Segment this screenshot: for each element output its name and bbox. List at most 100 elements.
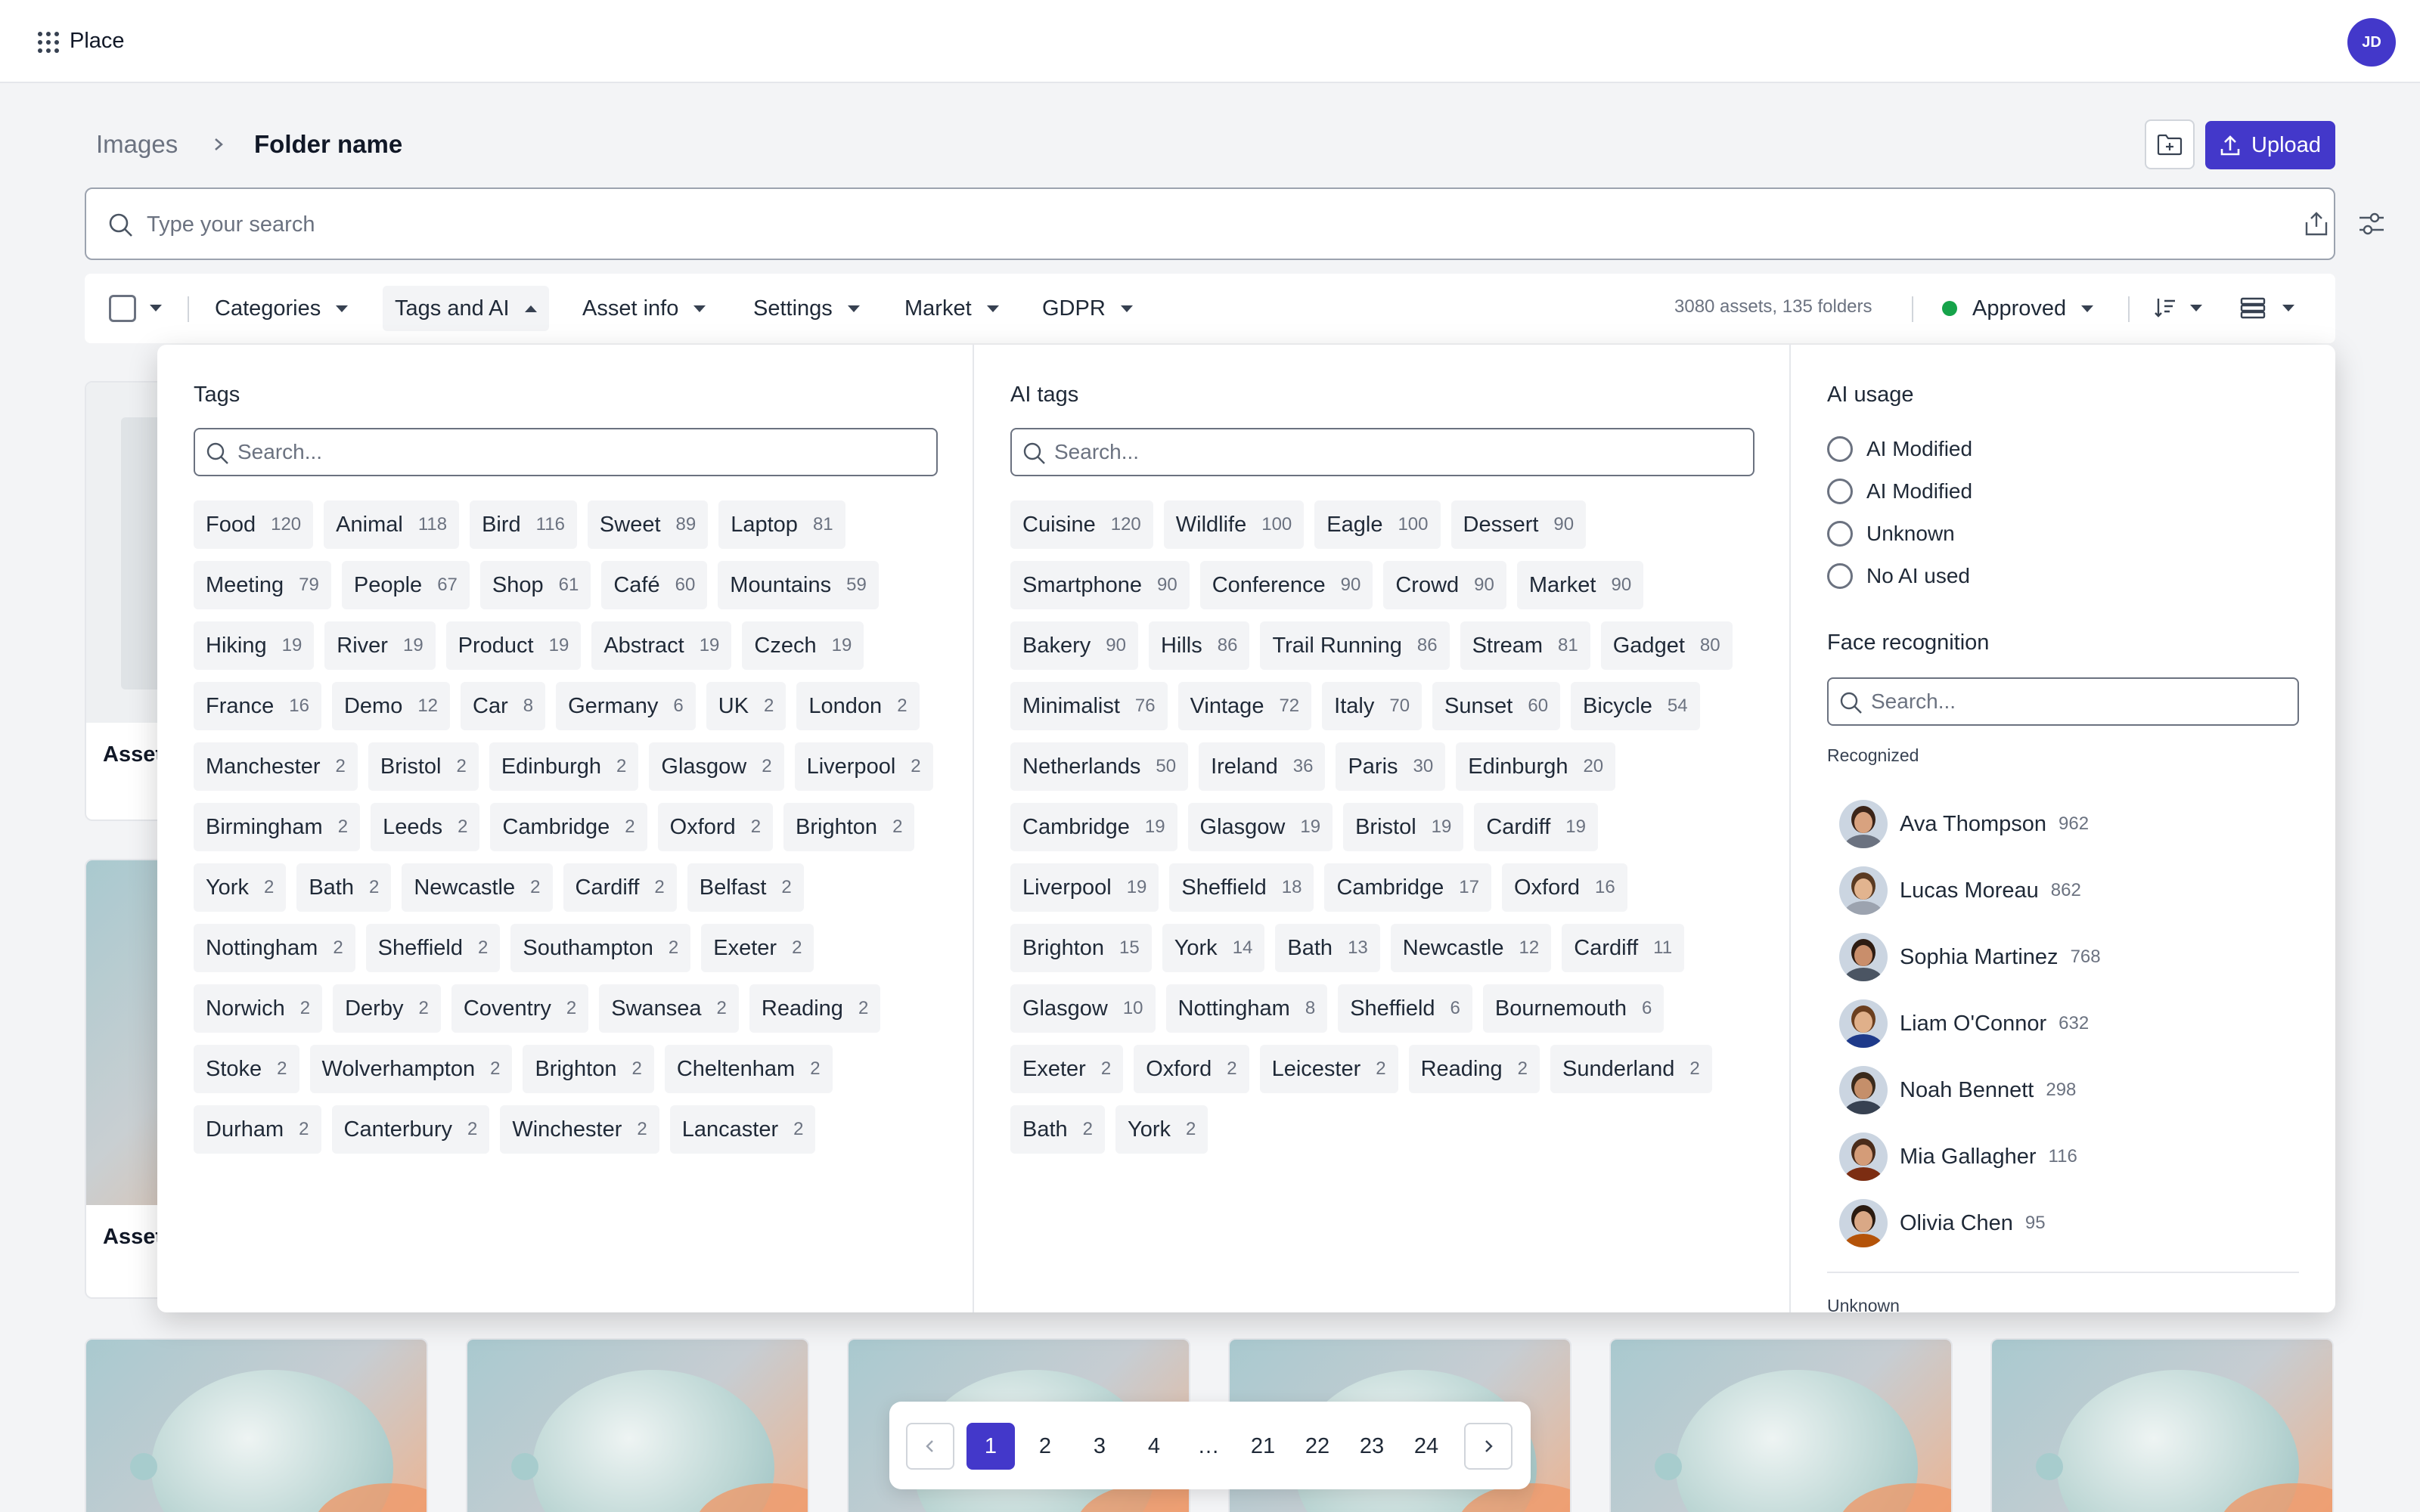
filter-asset-info[interactable]: Asset info: [570, 286, 718, 331]
tag-chip[interactable]: Wolverhampton 2: [309, 1045, 513, 1093]
tag-chip[interactable]: Bicycle 54: [1571, 682, 1700, 730]
tag-chip[interactable]: Cardiff 19: [1474, 803, 1598, 851]
tag-chip[interactable]: Coventry 2: [451, 984, 589, 1033]
ai-usage-option[interactable]: Unknown: [1827, 513, 1972, 555]
tag-chip[interactable]: Glasgow 10: [1010, 984, 1156, 1033]
tag-chip[interactable]: Sunset 60: [1432, 682, 1561, 730]
ai-usage-option[interactable]: AI Modified: [1827, 470, 1972, 513]
ai-usage-option[interactable]: AI Modified: [1827, 428, 1972, 470]
new-folder-button[interactable]: [2145, 119, 2195, 169]
tag-chip[interactable]: Reading 2: [749, 984, 881, 1033]
tag-chip[interactable]: Sweet 89: [587, 500, 709, 549]
filter-categories[interactable]: Categories: [203, 286, 360, 331]
tag-chip[interactable]: Lancaster 2: [669, 1105, 816, 1154]
tag-chip[interactable]: Cuisine 120: [1010, 500, 1153, 549]
tag-chip[interactable]: Shop 61: [479, 561, 591, 609]
previous-page-button[interactable]: [906, 1423, 954, 1470]
tag-chip[interactable]: River 19: [324, 621, 436, 670]
ai-usage-option[interactable]: No AI used: [1827, 555, 1972, 597]
tag-chip[interactable]: Oxford 16: [1501, 863, 1627, 912]
ai-tags-search-input[interactable]: [1054, 437, 1735, 467]
tag-chip[interactable]: Animal 118: [324, 500, 460, 549]
tag-chip[interactable]: Sheffield 6: [1338, 984, 1472, 1033]
user-avatar[interactable]: JD: [2347, 18, 2396, 67]
tag-chip[interactable]: People 67: [341, 561, 470, 609]
tag-chip[interactable]: Newcastle 12: [1390, 924, 1552, 972]
filter-tags-and-ai[interactable]: Tags and AI: [383, 286, 549, 331]
tag-chip[interactable]: Birmingham 2: [194, 803, 361, 851]
tag-chip[interactable]: York 14: [1162, 924, 1265, 972]
asset-thumbnail[interactable]: [85, 1338, 428, 1512]
tag-chip[interactable]: Bristol 19: [1343, 803, 1464, 851]
adjustments-icon[interactable]: [2358, 212, 2385, 236]
tag-chip[interactable]: Bakery 90: [1010, 621, 1138, 670]
tag-chip[interactable]: Oxford 2: [1134, 1045, 1249, 1093]
tag-chip[interactable]: Hills 86: [1148, 621, 1250, 670]
tag-chip[interactable]: Winchester 2: [500, 1105, 659, 1154]
tag-chip[interactable]: Cambridge 17: [1324, 863, 1491, 912]
sort-control[interactable]: [2154, 296, 2202, 319]
tag-chip[interactable]: Norwich 2: [194, 984, 323, 1033]
person-row[interactable]: Ava Thompson 962: [1839, 791, 2101, 857]
tag-chip[interactable]: Leicester 2: [1259, 1045, 1398, 1093]
tag-chip[interactable]: Café 60: [601, 561, 708, 609]
radio-button[interactable]: [1827, 479, 1853, 504]
tag-chip[interactable]: Germany 6: [556, 682, 696, 730]
tag-chip[interactable]: Conference 90: [1199, 561, 1373, 609]
tag-chip[interactable]: Bristol 2: [368, 742, 479, 791]
person-row[interactable]: Sophia Martinez 768: [1839, 924, 2101, 990]
upload-button[interactable]: Upload: [2205, 121, 2335, 169]
tag-chip[interactable]: Brighton 2: [783, 803, 915, 851]
tag-chip[interactable]: Minimalist 76: [1010, 682, 1168, 730]
tag-chip[interactable]: Laptop 81: [718, 500, 845, 549]
tag-chip[interactable]: Oxford 2: [657, 803, 774, 851]
chevron-down-icon[interactable]: [150, 305, 162, 311]
filter-gdpr[interactable]: GDPR: [1030, 286, 1145, 331]
asset-thumbnail[interactable]: [466, 1338, 809, 1512]
filter-settings[interactable]: Settings: [741, 286, 872, 331]
asset-thumbnail[interactable]: [1609, 1338, 1953, 1512]
radio-button[interactable]: [1827, 436, 1853, 462]
tag-chip[interactable]: Netherlands 50: [1010, 742, 1189, 791]
page-button[interactable]: 1: [966, 1423, 1015, 1470]
person-row[interactable]: Olivia Chen 95: [1839, 1190, 2101, 1256]
tag-chip[interactable]: UK 2: [706, 682, 786, 730]
breadcrumb-root[interactable]: Images: [96, 130, 178, 159]
tag-chip[interactable]: Product 19: [445, 621, 582, 670]
tag-chip[interactable]: Meeting 79: [194, 561, 331, 609]
person-row[interactable]: Lucas Moreau 862: [1839, 857, 2101, 924]
tag-chip[interactable]: Sheffield 18: [1169, 863, 1314, 912]
status-filter[interactable]: Approved: [1972, 286, 2094, 331]
tag-chip[interactable]: Bath 2: [1010, 1105, 1106, 1154]
page-button[interactable]: 23: [1348, 1423, 1396, 1470]
tag-chip[interactable]: Bath 2: [296, 863, 392, 912]
tag-chip[interactable]: Vintage 72: [1177, 682, 1312, 730]
tag-chip[interactable]: Durham 2: [194, 1105, 321, 1154]
tag-chip[interactable]: Car 8: [461, 682, 546, 730]
tag-chip[interactable]: Market 90: [1516, 561, 1644, 609]
tag-chip[interactable]: Cardiff 2: [563, 863, 677, 912]
tag-chip[interactable]: Gadget 80: [1600, 621, 1733, 670]
page-button[interactable]: 4: [1130, 1423, 1178, 1470]
face-search-input[interactable]: [1871, 686, 2287, 717]
person-row[interactable]: Noah Bennett 298: [1839, 1057, 2101, 1123]
tag-chip[interactable]: Stream 81: [1460, 621, 1590, 670]
tag-chip[interactable]: Nottingham 8: [1165, 984, 1328, 1033]
radio-button[interactable]: [1827, 563, 1853, 589]
tag-chip[interactable]: Italy 70: [1322, 682, 1423, 730]
page-button[interactable]: 3: [1075, 1423, 1124, 1470]
tag-chip[interactable]: Swansea 2: [599, 984, 739, 1033]
next-page-button[interactable]: [1464, 1423, 1512, 1470]
view-control[interactable]: [2240, 296, 2294, 319]
tag-chip[interactable]: Cardiff 11: [1562, 924, 1685, 972]
tag-chip[interactable]: Reading 2: [1408, 1045, 1540, 1093]
tag-chip[interactable]: Ireland 36: [1199, 742, 1326, 791]
tag-chip[interactable]: Sunderland 2: [1550, 1045, 1712, 1093]
tag-chip[interactable]: Exeter 2: [1010, 1045, 1124, 1093]
tag-chip[interactable]: Hiking 19: [194, 621, 315, 670]
tag-chip[interactable]: France 16: [194, 682, 321, 730]
tag-chip[interactable]: Food 120: [194, 500, 314, 549]
tag-chip[interactable]: Nottingham 2: [194, 924, 355, 972]
tag-chip[interactable]: Bird 116: [470, 500, 577, 549]
tag-chip[interactable]: Edinburgh 2: [489, 742, 639, 791]
